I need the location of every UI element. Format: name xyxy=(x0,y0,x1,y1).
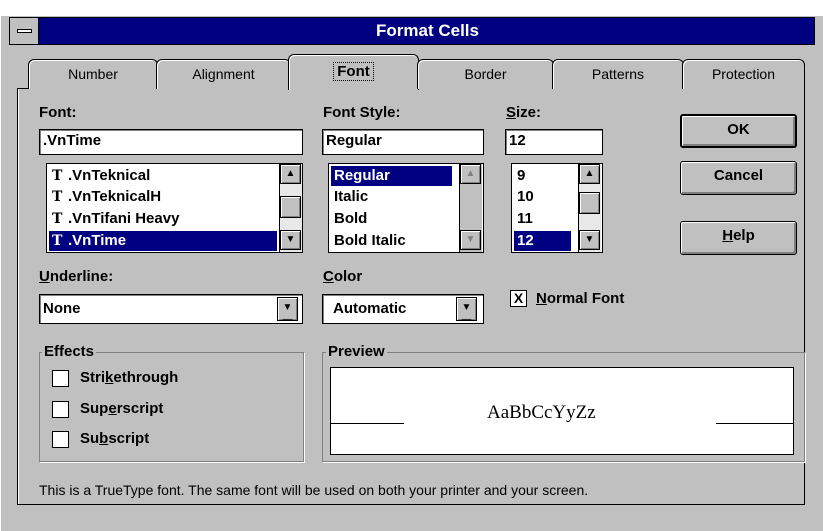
scroll-up-icon[interactable]: ▲ xyxy=(579,164,600,184)
font-name-input[interactable]: .VnTime xyxy=(39,129,303,155)
font-list-item[interactable]: T .VnTifani Heavy xyxy=(49,209,277,229)
system-menu-icon xyxy=(17,29,32,33)
cancel-button[interactable]: Cancel xyxy=(680,161,797,195)
font-description-text: This is a TrueType font. The same font w… xyxy=(39,482,589,498)
preview-label: Preview xyxy=(326,343,387,360)
font-list-item-label: .VnTime xyxy=(68,232,127,249)
font-label: Font: xyxy=(39,104,77,121)
preview-baseline-right xyxy=(716,423,794,424)
scroll-down-icon[interactable]: ▼ xyxy=(280,230,301,250)
size-list-item-selected[interactable]: 12 xyxy=(514,231,571,251)
ok-button[interactable]: OK xyxy=(680,114,797,148)
font-style-item-selected[interactable]: Regular xyxy=(331,166,452,186)
font-list-item-label: .VnTeknical xyxy=(68,167,151,184)
normal-font-checkbox[interactable]: X xyxy=(510,290,527,307)
truetype-icon: T xyxy=(52,189,63,205)
font-style-input[interactable]: Regular xyxy=(322,129,484,155)
effects-label: Effects xyxy=(42,343,97,360)
superscript-checkbox[interactable] xyxy=(52,401,69,418)
font-list[interactable]: T .VnTeknical T .VnTeknicalH T .VnTifani He… xyxy=(46,163,303,253)
tab-protection[interactable]: Protection xyxy=(682,59,805,89)
size-list-item[interactable]: 9 xyxy=(514,166,571,186)
size-list[interactable]: 9 10 11 12 ▲ ▼ xyxy=(511,163,603,253)
scroll-thumb[interactable] xyxy=(280,196,301,218)
truetype-icon: T xyxy=(52,211,63,227)
tab-number[interactable]: Number xyxy=(28,59,158,89)
tab-font-label: Font xyxy=(333,62,374,81)
help-button[interactable]: Help xyxy=(680,221,797,255)
truetype-icon: T xyxy=(52,233,63,249)
normal-font-label[interactable]: Normal Font xyxy=(536,290,624,307)
size-list-item[interactable]: 11 xyxy=(514,209,571,229)
scroll-thumb[interactable] xyxy=(579,192,600,214)
scroll-up-icon[interactable]: ▲ xyxy=(280,164,301,184)
font-style-item[interactable]: Bold xyxy=(331,209,452,229)
size-input[interactable]: 12 xyxy=(505,129,603,155)
size-label: Size: xyxy=(506,104,542,121)
font-list-scrollbar[interactable]: ▲ ▼ xyxy=(279,164,302,252)
color-label: Color xyxy=(323,268,363,285)
font-list-item-selected[interactable]: T .VnTime xyxy=(49,231,277,251)
preview-sample-text: AaBbCcYyZz xyxy=(487,402,596,423)
system-menu-button[interactable] xyxy=(9,17,39,45)
scroll-up-icon: ▲ xyxy=(460,164,481,184)
scroll-down-icon[interactable]: ▼ xyxy=(579,230,600,250)
tab-border[interactable]: Border xyxy=(417,59,554,89)
size-list-scrollbar[interactable]: ▲ ▼ xyxy=(578,164,601,252)
font-style-item[interactable]: Bold Italic xyxy=(331,231,452,251)
truetype-icon: T xyxy=(52,168,63,184)
strikethrough-checkbox[interactable] xyxy=(52,370,69,387)
font-style-item[interactable]: Italic xyxy=(331,187,452,207)
font-list-item[interactable]: T .VnTeknical xyxy=(49,166,277,186)
underline-select[interactable]: None xyxy=(39,294,303,324)
subscript-label[interactable]: Subscript xyxy=(80,430,149,447)
preview-baseline-left xyxy=(331,423,404,424)
underline-value: None xyxy=(43,300,81,317)
color-dropdown-icon[interactable]: ▼ — xyxy=(456,297,477,325)
tab-font[interactable]: Font xyxy=(288,54,419,90)
dialog-title: Format Cells xyxy=(376,21,479,40)
font-list-item-label: .VnTifani Heavy xyxy=(68,210,180,227)
font-style-scrollbar-disabled: ▲ ▼ xyxy=(459,164,482,252)
color-value: Automatic xyxy=(333,300,407,317)
tab-patterns[interactable]: Patterns xyxy=(552,59,684,89)
preview-box: AaBbCcYyZz xyxy=(330,367,794,455)
strikethrough-label[interactable]: Strikethrough xyxy=(80,369,178,386)
font-list-item-label: .VnTeknicalH xyxy=(68,188,162,205)
font-style-label: Font Style: xyxy=(323,104,401,121)
superscript-label[interactable]: Superscript xyxy=(80,400,163,417)
tab-alignment[interactable]: Alignment xyxy=(156,59,291,89)
font-list-item[interactable]: T .VnTeknicalH xyxy=(49,187,277,207)
font-style-list[interactable]: Regular Italic Bold Bold Italic ▲ ▼ xyxy=(328,163,484,253)
underline-label: Underline: xyxy=(39,268,114,285)
size-list-item[interactable]: 10 xyxy=(514,187,571,207)
scroll-down-icon: ▼ xyxy=(460,230,481,250)
underline-dropdown-icon[interactable]: ▼ — xyxy=(277,297,298,325)
subscript-checkbox[interactable] xyxy=(52,431,69,448)
